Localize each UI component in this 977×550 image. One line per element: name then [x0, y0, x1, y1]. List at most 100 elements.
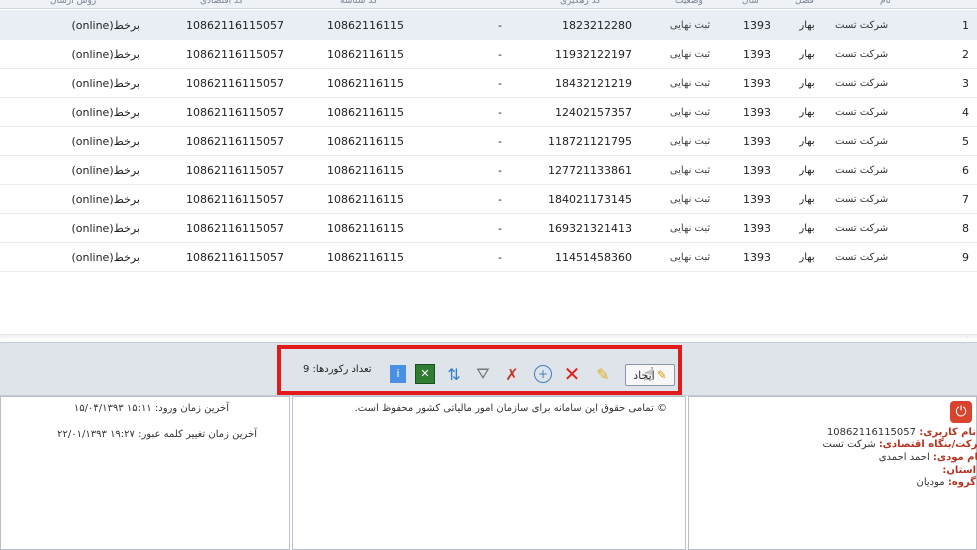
empty-cell: - [498, 222, 502, 235]
header-name[interactable]: نام [880, 0, 940, 8]
status-cell: ثبت نهایی [669, 49, 711, 60]
horizontal-scrollbar[interactable] [0, 334, 977, 338]
group-line: گروه: مودیان [917, 477, 977, 488]
method-cell: (online)برخط [71, 193, 140, 206]
tracking-code-cell: 184021173145 [548, 193, 632, 206]
info-icon[interactable]: i [387, 363, 409, 385]
year-cell: 1393 [743, 48, 771, 61]
group-value: مودیان [916, 477, 945, 488]
filter-icon[interactable]: ⛛ [472, 363, 494, 385]
view-icon[interactable]: + [532, 363, 554, 385]
method-cell: (online)برخط [71, 106, 140, 119]
status-cell: ثبت نهایی [669, 20, 711, 31]
last-login-value: ۱۵:۱۱ ۱۵/۰۴/۱۳۹۳ [73, 403, 152, 414]
economic-code-cell: 10862116115057 [186, 222, 284, 235]
season-cell: بهار [799, 107, 815, 118]
season-cell: بهار [799, 20, 815, 31]
empty-cell: - [498, 251, 502, 264]
table-row[interactable]: 5 شرکت تست بهار 1393 ثبت نهایی 118721121795 - 1… [0, 126, 977, 156]
season-cell: بهار [799, 194, 815, 205]
table-row[interactable]: 4 شرکت تست بهار 1393 ثبت نهایی 12402157357 - 10… [0, 97, 977, 127]
id-code-cell: 10862116115 [327, 135, 404, 148]
table-row[interactable]: 7 شرکت تست بهار 1393 ثبت نهایی 184021173145 - 1… [0, 184, 977, 214]
header-season[interactable]: فصل [795, 0, 825, 8]
company-cell: شرکت تست [835, 20, 889, 31]
records-grid: نام فصل سال وضعیت کد رهگیری کد شناسه کد … [0, 0, 977, 338]
tracking-code-cell: 11451458360 [555, 251, 632, 264]
hand-cursor-icon: ☝ [644, 364, 655, 385]
row-index: 2 [962, 48, 969, 61]
year-cell: 1393 [743, 164, 771, 177]
row-index: 5 [962, 135, 969, 148]
id-code-cell: 10862116115 [327, 193, 404, 206]
year-cell: 1393 [743, 19, 771, 32]
delete-icon[interactable]: ✕ [561, 362, 583, 386]
economic-code-cell: 10862116115057 [186, 19, 284, 32]
method-cell: (online)برخط [71, 164, 140, 177]
scroll-right-icon[interactable]: ▸ [967, 335, 971, 338]
id-code-cell: 10862116115 [327, 19, 404, 32]
company-line: نام شرکت/بنگاه اقتصادی: شرکت تست [822, 439, 977, 450]
refresh-icon[interactable]: ⇅ [443, 363, 465, 385]
username-value: 10862116115057 [826, 427, 917, 438]
edit-icon[interactable]: ✎ [592, 363, 614, 385]
toolbar-highlight: تعداد رکوردها: 9 i ✕ ⇅ ⛛ ✗ + ✕ ✎ ایجاد ✎ [277, 345, 682, 395]
table-row[interactable]: 1 شرکت تست بهار 1393 ثبت نهایی 1823212280 - 108… [0, 10, 977, 40]
year-cell: 1393 [743, 135, 771, 148]
status-cell: ثبت نهایی [669, 78, 711, 89]
header-index[interactable] [962, 0, 977, 8]
table-row[interactable]: 3 شرکت تست بهار 1393 ثبت نهایی 18432121219 - 10… [0, 68, 977, 98]
header-status[interactable]: وضعیت [675, 0, 725, 8]
economic-code-cell: 10862116115057 [186, 106, 284, 119]
company-cell: شرکت تست [835, 252, 889, 263]
grid-header: نام فصل سال وضعیت کد رهگیری کد شناسه کد … [0, 0, 977, 9]
table-row[interactable]: 9 شرکت تست بهار 1393 ثبت نهایی 11451458360 - 10… [0, 242, 977, 272]
status-cell: ثبت نهایی [669, 252, 711, 263]
tracking-code-cell: 1823212280 [562, 19, 632, 32]
method-cell: (online)برخط [71, 251, 140, 264]
user-info-panel: ⏻ نام کاربری: 10862116115057 نام شرکت/بن… [688, 396, 977, 550]
empty-cell: - [498, 135, 502, 148]
company-cell: شرکت تست [835, 165, 889, 176]
header-year[interactable]: سال [742, 0, 778, 8]
method-cell: (online)برخط [71, 77, 140, 90]
excel-export-icon[interactable]: ✕ [414, 363, 436, 385]
season-cell: بهار [799, 252, 815, 263]
tracking-code-cell: 12402157357 [555, 106, 632, 119]
row-index: 6 [962, 164, 969, 177]
company-cell: شرکت تست [835, 194, 889, 205]
header-tracking[interactable]: کد رهگیری [560, 0, 630, 8]
last-password-label: آخرین زمان تغییر کلمه عبور: [138, 429, 257, 440]
year-cell: 1393 [743, 77, 771, 90]
header-blank[interactable] [440, 0, 480, 8]
scroll-left-icon[interactable]: ◂ [3, 335, 7, 338]
year-cell: 1393 [743, 106, 771, 119]
fullname-value: احمد احمدی [878, 452, 930, 463]
fullname-label: نام مودی: [932, 452, 977, 463]
status-cell: ثبت نهایی [669, 107, 711, 118]
power-icon[interactable]: ⏻ [950, 401, 972, 423]
status-cell: ثبت نهایی [669, 136, 711, 147]
row-index: 9 [962, 251, 969, 264]
method-cell: (online)برخط [71, 19, 140, 32]
company-cell: شرکت تست [835, 49, 889, 60]
header-method[interactable]: روش ارسال [50, 0, 130, 8]
company-cell: شرکت تست [835, 107, 889, 118]
method-cell: (online)برخط [71, 135, 140, 148]
id-code-cell: 10862116115 [327, 48, 404, 61]
company-cell: شرکت تست [835, 223, 889, 234]
economic-code-cell: 10862116115057 [186, 164, 284, 177]
season-cell: بهار [799, 223, 815, 234]
id-code-cell: 10862116115 [327, 77, 404, 90]
table-row[interactable]: 2 شرکت تست بهار 1393 ثبت نهایی 11932122197 - 10… [0, 39, 977, 69]
row-index: 1 [962, 19, 969, 32]
id-code-cell: 10862116115 [327, 251, 404, 264]
header-economic-code[interactable]: کد اقتصادی [200, 0, 270, 8]
table-row[interactable]: 8 شرکت تست بهار 1393 ثبت نهایی 169321321413 - 1… [0, 213, 977, 243]
clear-filter-icon[interactable]: ✗ [501, 363, 523, 385]
status-cell: ثبت نهایی [669, 194, 711, 205]
company-cell: شرکت تست [835, 78, 889, 89]
table-row[interactable]: 6 شرکت تست بهار 1393 ثبت نهایی 127721133861 - 1… [0, 155, 977, 185]
header-code[interactable]: کد شناسه [340, 0, 400, 8]
row-index: 3 [962, 77, 969, 90]
